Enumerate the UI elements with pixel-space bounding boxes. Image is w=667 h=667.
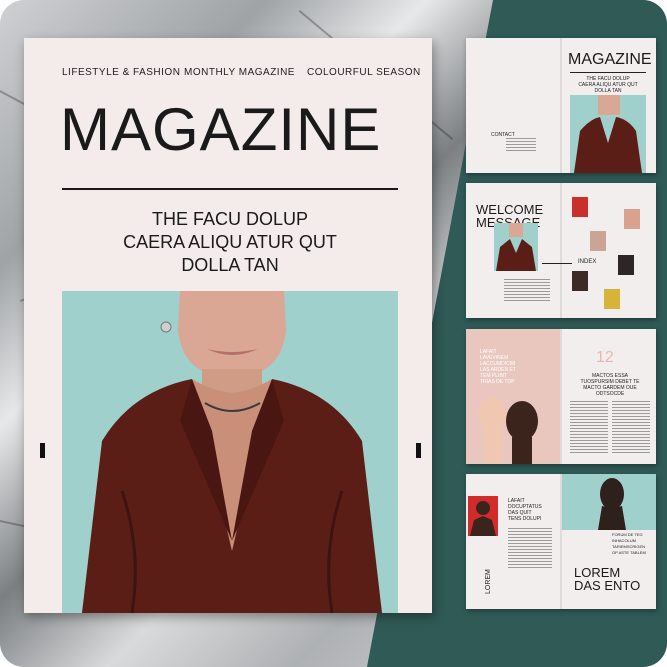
interview-caption: FORUM DE TEG INHACOLUM TARIEMSCRIGEN OP … [612, 532, 646, 556]
spread-fold [560, 38, 562, 173]
cover-headline-line: CAERA ALIQU ATUR QUT [123, 232, 337, 252]
cover-meta-center: MONTHLY MAGAZINE [184, 67, 295, 78]
interview-caption-line: OP ASTE TABLEM [612, 550, 646, 555]
feature-pullquote: LAFAIT LAVEVINEM LACCUMDICIM LAS ARDEN E… [480, 349, 516, 385]
model-portrait [62, 291, 398, 613]
cover-meta-right: COLOURFUL SEASON [307, 67, 421, 78]
index-thumb [618, 255, 634, 275]
spread1-title: MAGAZINE [568, 51, 652, 68]
interview-quote-line: TENS DOLUPI [508, 516, 542, 522]
pullquote-line: TRIAS DE TOP [480, 379, 515, 385]
interview-quote: LAFAIT DOCUPTATUS DAS QUIT TENS DOLUPI [508, 498, 542, 522]
index-thumb [624, 209, 640, 229]
welcome-connector [542, 263, 572, 264]
cover-divider [62, 188, 398, 190]
feature-column-2 [612, 401, 650, 453]
interview-body-text [508, 528, 552, 568]
spread1-headline: THE FACU DOLUP CAERA ALIQU ATUR QUT DOLL… [570, 76, 646, 94]
feature-column-1 [570, 401, 608, 453]
marble-background: LIFESTYLE & FASHION MONTHLY MAGAZINE COL… [0, 0, 667, 667]
spread-interview: LAFAIT DOCUPTATUS DAS QUIT TENS DOLUPI L… [466, 474, 656, 609]
cover-headline-line: DOLLA TAN [181, 255, 279, 275]
spread-feature: LAFAIT LAVEVINEM LACCUMDICIM LAS ARDEN E… [466, 329, 656, 464]
spread1-headline-line: DOLLA TAN [594, 88, 622, 94]
page-number: 12 [596, 349, 614, 366]
interview-side-label: LOREM [485, 569, 492, 594]
welcome-photo [494, 223, 538, 271]
cover-title: MAGAZINE [60, 96, 382, 163]
magazine-cover: LIFESTYLE & FASHION MONTHLY MAGAZINE COL… [24, 38, 432, 613]
index-thumb [572, 271, 588, 291]
interview-title: LOREM DAS ENTO [574, 566, 640, 592]
spread1-portrait [574, 95, 642, 173]
spread-welcome: WELCOME MESSAGE INDEX [466, 183, 656, 318]
cover-headline-line: THE FACU DOLUP [151, 209, 309, 229]
cover-photo [62, 291, 398, 613]
index-thumb [604, 289, 620, 309]
binding-mark-left [40, 443, 45, 458]
welcome-portrait [496, 223, 536, 271]
welcome-body-text [504, 279, 550, 303]
cover-meta-left: LIFESTYLE & FASHION [62, 67, 181, 78]
interview-photo [468, 496, 498, 536]
cover-headline: THE FACU DOLUP CAERA ALIQU ATUR QUT DOLL… [62, 208, 398, 277]
feature-heading: MACTOS ESSA TUOSPURSIM DEBET TE MACTO GA… [572, 373, 648, 397]
interview-portrait [470, 501, 496, 536]
contact-lines [506, 138, 536, 152]
index-thumb [590, 231, 606, 251]
spread1-rule [570, 72, 646, 73]
interview-portrait-right [598, 478, 626, 530]
binding-mark-right [416, 443, 421, 458]
index-label: INDEX [578, 259, 597, 265]
spread-fold [560, 183, 562, 318]
spread-fold [560, 329, 562, 464]
index-thumb [572, 197, 588, 217]
spread-cover-preview: CONTACT MAGAZINE THE FACU DOLUP CAERA AL… [466, 38, 656, 173]
feature-heading-line: ODTSOCDE [595, 391, 625, 397]
interview-title-line: DAS ENTO [574, 578, 641, 593]
interview-photo-right [562, 474, 656, 530]
spread1-photo [570, 95, 646, 173]
